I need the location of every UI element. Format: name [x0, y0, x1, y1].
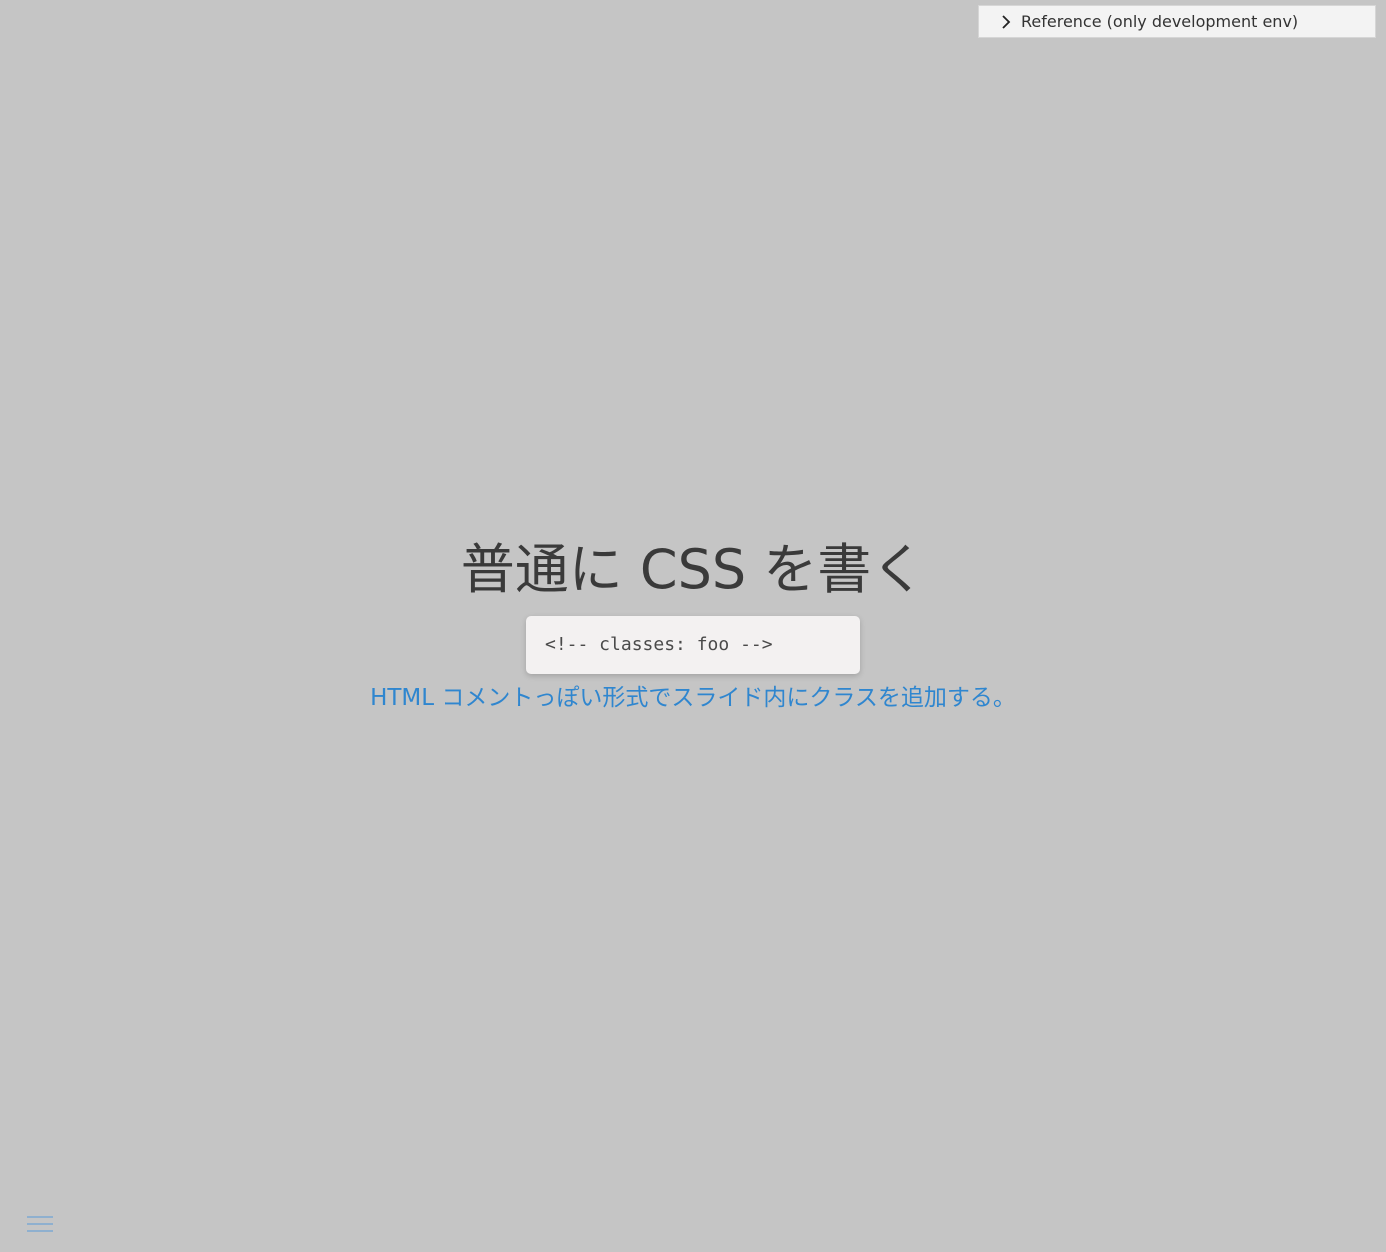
reference-toggle[interactable]: Reference (only development env) [978, 5, 1376, 38]
slide-description: HTML コメントっぽい形式でスライド内にクラスを追加する。 [370, 685, 1016, 711]
code-snippet: <!-- classes: foo --> [526, 616, 860, 674]
slide-stage: Reference (only development env) 普通に CSS… [0, 0, 1386, 1252]
chevron-right-icon [999, 14, 1013, 29]
slide-content: 普通に CSS を書く <!-- classes: foo --> HTML コ… [0, 530, 1386, 714]
slide-title: 普通に CSS を書く [460, 538, 926, 601]
reference-label: Reference (only development env) [1021, 12, 1299, 31]
hamburger-menu-icon[interactable] [26, 1213, 54, 1235]
